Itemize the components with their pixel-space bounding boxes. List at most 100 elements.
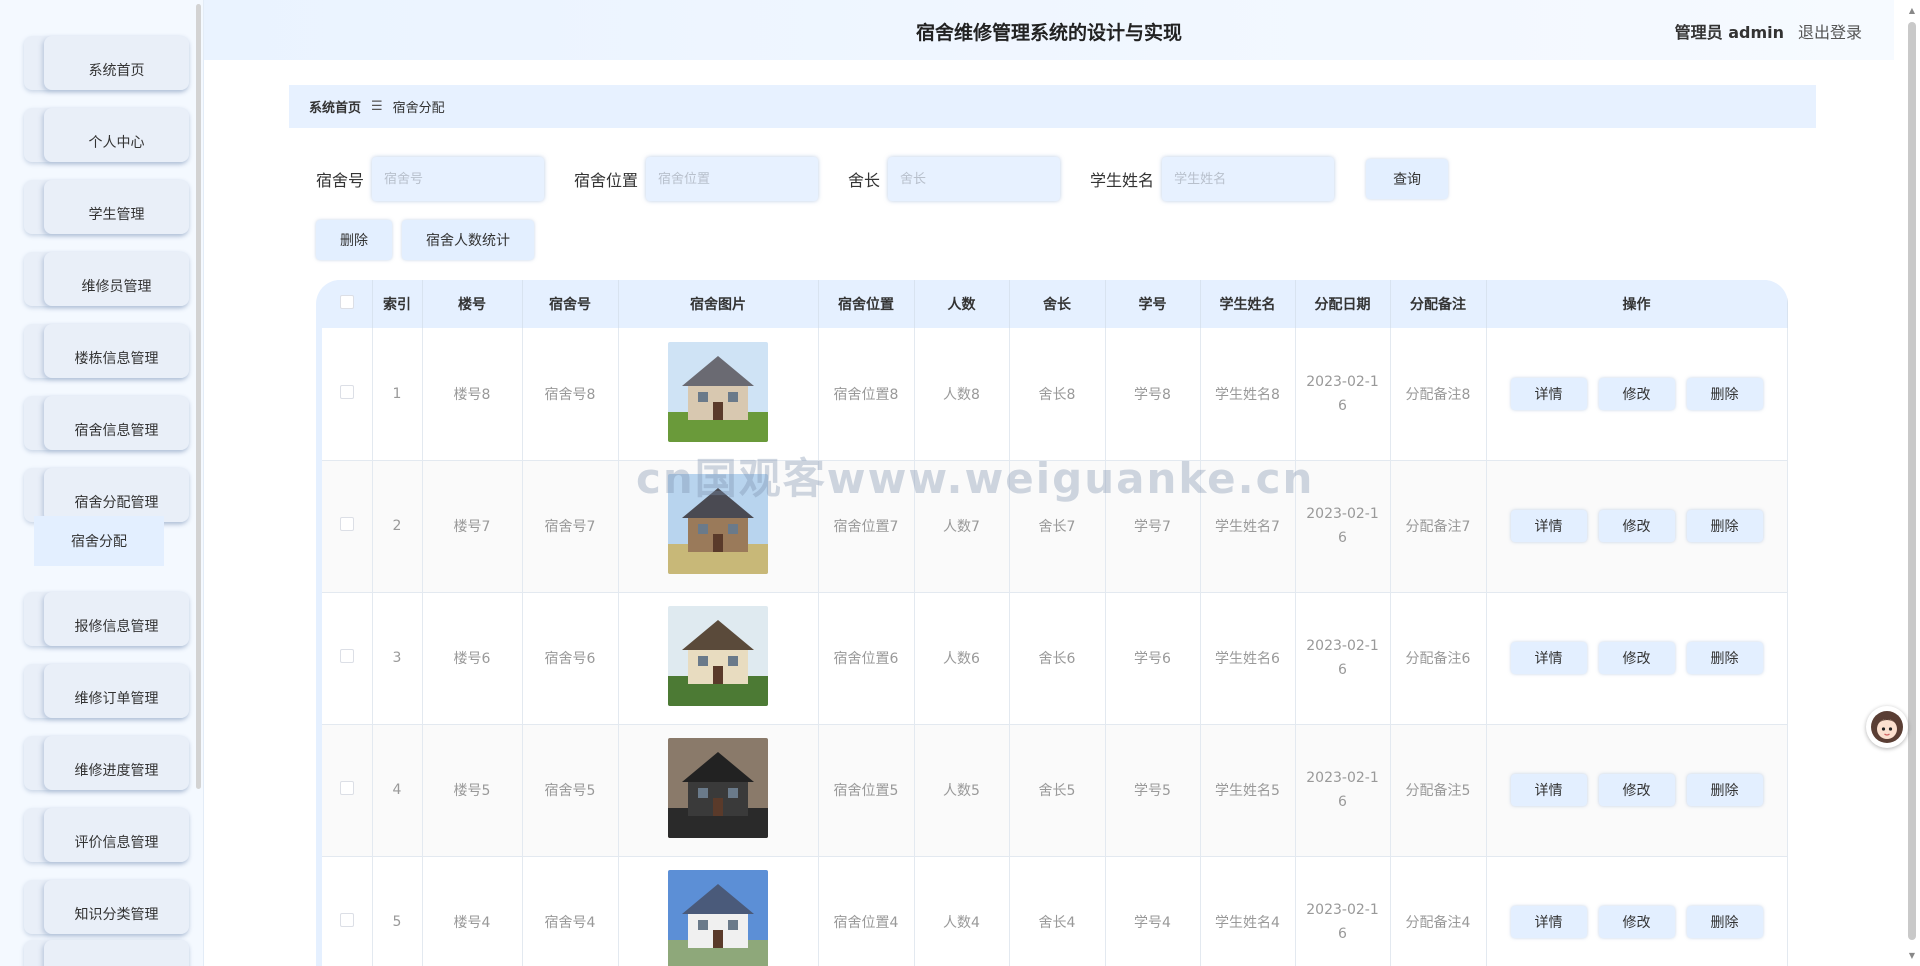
sidebar-menu-item[interactable]: 知识分类管理 [24, 880, 189, 934]
cell-student-id: 学号6 [1105, 592, 1201, 725]
data-table: 索引 楼号 宿舍号 宿舍图片 宿舍位置 人数 舍长 学号 学生姓名 分配日期 分… [322, 280, 1788, 966]
edit-button[interactable]: 修改 [1598, 642, 1675, 674]
search-input-location[interactable] [646, 157, 819, 201]
sidebar-submenu-dorm-allocation[interactable]: 宿舍分配 [34, 516, 164, 566]
row-select-cell[interactable] [322, 592, 373, 725]
dorm-photo[interactable] [668, 870, 768, 966]
column-header: 宿舍位置 [818, 280, 915, 328]
column-header: 舍长 [1009, 280, 1106, 328]
sidebar-menu-item[interactable]: 学生管理 [24, 180, 189, 234]
row-checkbox[interactable] [339, 781, 354, 795]
detail-button[interactable]: 详情 [1510, 377, 1587, 410]
sidebar-menu-item[interactable]: 评价信息管理 [24, 808, 189, 862]
column-header: 学生姓名 [1200, 280, 1296, 328]
cell-note: 分配备注8 [1390, 328, 1487, 461]
cell-student-id: 学号5 [1105, 724, 1201, 857]
sidebar-menu-item[interactable]: 宿舍分配管理 [24, 468, 189, 522]
header-select-all[interactable] [322, 280, 373, 328]
cell-building: 楼号4 [422, 856, 523, 966]
edit-button[interactable]: 修改 [1598, 774, 1675, 806]
sidebar-menu-item[interactable]: 楼栋信息管理 [24, 324, 189, 378]
logout-link[interactable]: 退出登录 [1798, 19, 1862, 43]
query-button[interactable]: 查询 [1366, 159, 1449, 199]
scroll-up-arrow-icon[interactable]: ▲ [1909, 6, 1915, 15]
delete-button[interactable]: 删除 [1686, 906, 1763, 938]
delete-button[interactable]: 删除 [1686, 377, 1763, 410]
sidebar-menu-item[interactable]: 维修员管理 [24, 252, 189, 306]
table-row: 3 楼号6 宿舍号6 宿舍位置6 人数6 舍长6 学号6 学生姓名6 2023-02-1 6 分配备… [322, 592, 1788, 725]
cell-room: 宿舍号6 [522, 592, 619, 725]
cell-location: 宿舍位置4 [818, 856, 915, 966]
row-checkbox[interactable] [339, 913, 354, 927]
column-header: 人数 [914, 280, 1010, 328]
detail-button[interactable]: 详情 [1510, 642, 1587, 674]
assistant-avatar-icon[interactable] [1866, 706, 1908, 748]
sidebar-menu-item[interactable]: 宿舍信息管理 [24, 396, 189, 450]
sidebar-menu-label: 维修进度管理 [44, 736, 189, 790]
row-select-cell[interactable] [322, 460, 373, 593]
dorm-photo[interactable] [668, 341, 768, 442]
cell-location: 宿舍位置8 [818, 328, 915, 461]
table-row: 5 楼号4 宿舍号4 宿舍位置4 人数4 舍长4 学号4 学生姓名4 2023-02-1 6 分配备… [322, 856, 1788, 966]
dorm-photo[interactable] [668, 738, 768, 838]
search-label-leader: 舍长 [848, 171, 881, 190]
sidebar-menu-label: 楼栋信息管理 [44, 324, 189, 378]
cell-room: 宿舍号5 [522, 724, 619, 857]
sidebar-menu-label: 学生管理 [44, 180, 189, 234]
row-select-cell[interactable] [322, 328, 373, 461]
sidebar-menu-item[interactable]: 维修进度管理 [24, 736, 189, 790]
date-line-1: 2023-02-1 [1306, 770, 1379, 786]
cell-note: 分配备注5 [1390, 724, 1487, 857]
column-header: 宿舍号 [522, 280, 619, 328]
sidebar-menu-item[interactable]: 报修信息管理 [24, 592, 189, 646]
search-input-room[interactable] [372, 157, 545, 201]
data-table-container: 索引 楼号 宿舍号 宿舍图片 宿舍位置 人数 舍长 学号 学生姓名 分配日期 分… [316, 280, 1788, 966]
cell-student-name: 学生姓名4 [1200, 856, 1296, 966]
row-select-cell[interactable] [322, 856, 373, 966]
edit-button[interactable]: 修改 [1598, 510, 1675, 542]
cell-location: 宿舍位置5 [818, 724, 915, 857]
cell-student-name: 学生姓名8 [1200, 328, 1296, 461]
row-select-cell[interactable] [322, 724, 373, 857]
date-line-2: 6 [1338, 926, 1347, 942]
sidebar-menu-item[interactable]: 系统首页 [24, 36, 189, 90]
edit-button[interactable]: 修改 [1598, 377, 1675, 410]
table-row: 2 楼号7 宿舍号7 宿舍位置7 人数7 舍长7 学号7 学生姓名7 2023-02-1 6 分配备… [322, 460, 1788, 593]
breadcrumb-separator-icon: ☰ [371, 99, 383, 114]
cell-index: 3 [372, 592, 423, 725]
detail-button[interactable]: 详情 [1510, 510, 1587, 542]
column-header: 索引 [372, 280, 423, 328]
cell-date: 2023-02-1 6 [1295, 328, 1391, 461]
scroll-down-arrow-icon[interactable]: ▼ [1909, 951, 1915, 960]
row-checkbox[interactable] [339, 517, 354, 531]
cell-leader: 舍长4 [1009, 856, 1106, 966]
sidebar-menu-item[interactable]: 维修订单管理 [24, 664, 189, 718]
edit-button[interactable]: 修改 [1598, 906, 1675, 938]
batch-delete-button[interactable]: 删除 [316, 220, 392, 260]
cell-room: 宿舍号8 [522, 328, 619, 461]
delete-button[interactable]: 删除 [1686, 510, 1763, 542]
delete-button[interactable]: 删除 [1686, 642, 1763, 674]
select-all-checkbox[interactable] [339, 295, 354, 309]
sidebar-menu-item[interactable]: 个人中心 [24, 108, 189, 162]
row-checkbox[interactable] [339, 384, 354, 399]
search-input-leader[interactable] [888, 157, 1061, 201]
row-checkbox[interactable] [339, 649, 354, 663]
search-input-student[interactable] [1162, 157, 1335, 201]
cell-leader: 舍长7 [1009, 460, 1106, 593]
dorm-photo[interactable] [668, 474, 768, 574]
cell-leader: 舍长5 [1009, 724, 1106, 857]
cell-index: 1 [372, 328, 423, 461]
sidebar-scrollbar[interactable] [196, 4, 201, 789]
detail-button[interactable]: 详情 [1510, 774, 1587, 806]
dorm-count-stats-button[interactable]: 宿舍人数统计 [402, 220, 534, 260]
sidebar-menu-item-partial[interactable] [24, 940, 189, 966]
dorm-photo[interactable] [668, 606, 768, 706]
date-line-1: 2023-02-1 [1306, 506, 1379, 522]
page-scrollbar[interactable] [1908, 22, 1916, 940]
detail-button[interactable]: 详情 [1510, 906, 1587, 938]
current-user: 管理员 admin [1674, 23, 1784, 42]
cell-photo [618, 856, 819, 966]
delete-button[interactable]: 删除 [1686, 774, 1763, 806]
breadcrumb-home[interactable]: 系统首页 [309, 97, 361, 116]
